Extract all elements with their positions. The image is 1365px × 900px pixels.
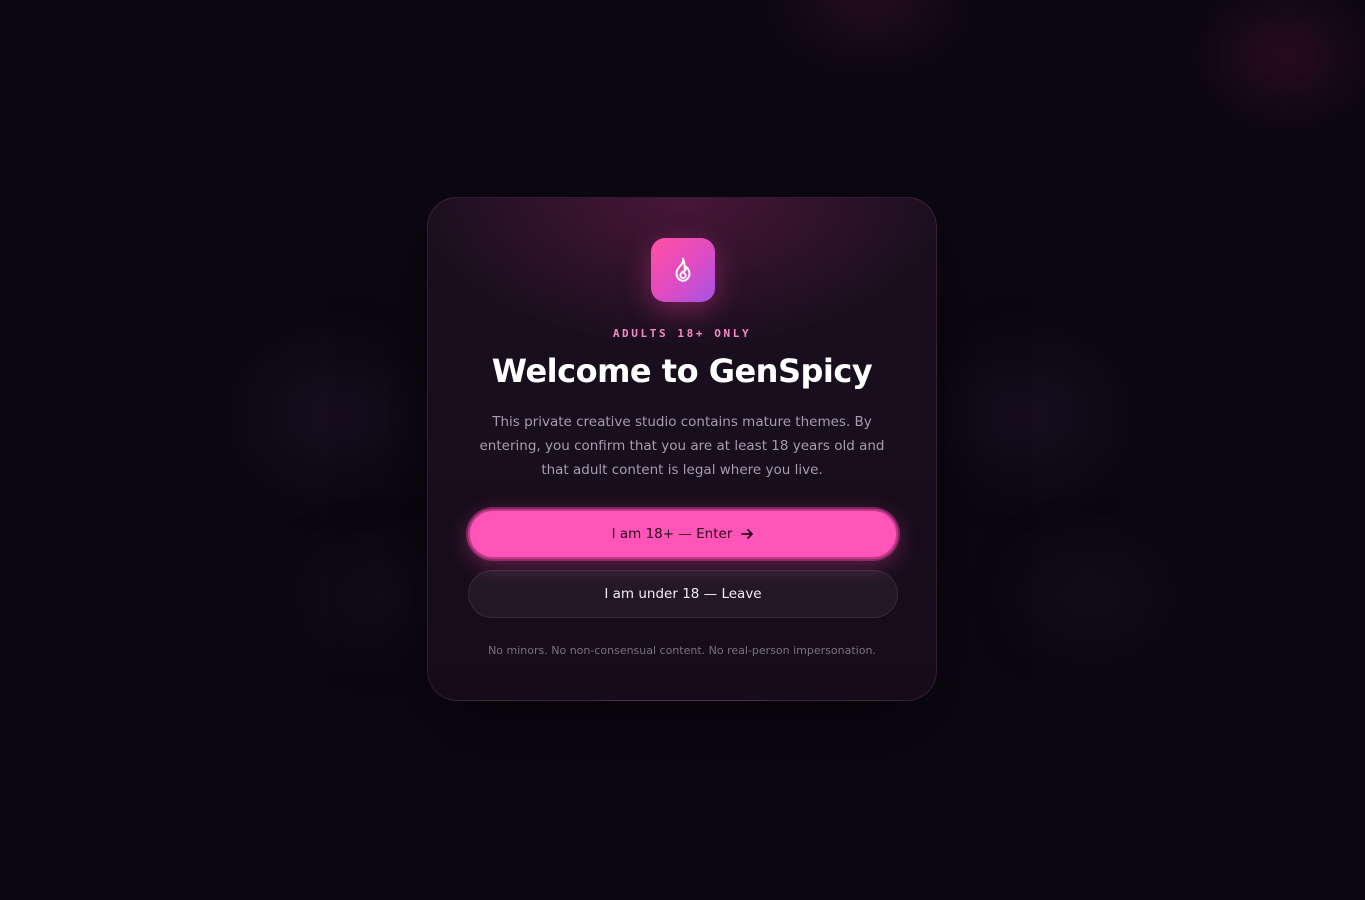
leave-button-label: I am under 18 — Leave	[604, 586, 762, 602]
age-gate-modal: ADULTS 18+ ONLY Welcome to GenSpicy This…	[427, 197, 937, 701]
modal-description: This private creative studio contains ma…	[479, 414, 885, 478]
modal-title: Welcome to GenSpicy	[491, 352, 873, 390]
background-glow	[1230, 20, 1340, 90]
app-logo	[651, 238, 715, 302]
background-shape	[320, 560, 440, 630]
age-restriction-label: ADULTS 18+ ONLY	[612, 327, 752, 340]
flame-icon	[675, 257, 691, 282]
enter-button[interactable]: I am 18+ — Enter	[468, 509, 898, 559]
background-glow	[800, 0, 940, 30]
enter-button-label: I am 18+ — Enter	[611, 526, 733, 542]
background-shape	[1030, 560, 1150, 630]
leave-button[interactable]: I am under 18 — Leave	[468, 570, 898, 618]
content-policy-note: No minors. No non-consensual content. No…	[488, 644, 876, 657]
background-shape	[260, 360, 410, 470]
arrow-right-icon	[741, 529, 754, 539]
background-shape	[950, 360, 1100, 470]
